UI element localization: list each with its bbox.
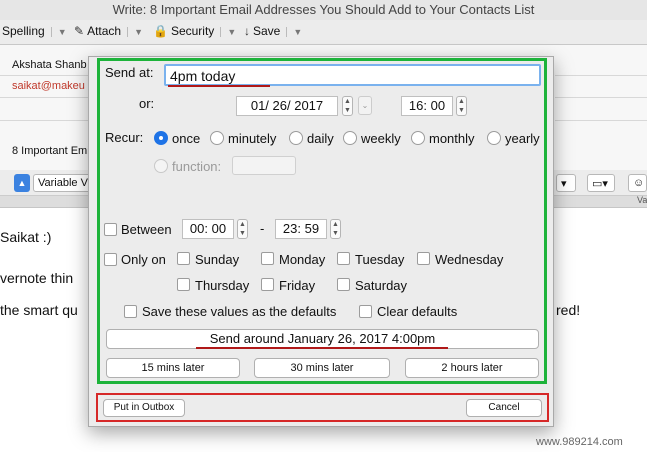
body-line: vernote thin [0, 270, 74, 286]
security-button[interactable]: 🔒 Security ▼ [153, 24, 236, 38]
format-toggle-button[interactable]: ▲ [14, 174, 30, 192]
font-select[interactable]: Variable V [33, 174, 93, 192]
body-line: Saikat :) [0, 229, 52, 245]
paperclip-icon: ✎ [74, 24, 85, 38]
chevron-down-icon[interactable]: ▼ [220, 27, 236, 37]
compose-toolbar: Spelling ▼ ✎ Attach ▼ 🔒 Security ▼ ↓ Save ▼ [0, 20, 647, 45]
lock-icon: 🔒 [153, 24, 168, 38]
red-highlight-box [96, 393, 549, 422]
divider [0, 97, 90, 98]
divider [555, 75, 647, 76]
attach-button[interactable]: ✎ Attach ▼ [74, 24, 143, 38]
to-field[interactable]: saikat@makeu [12, 80, 85, 92]
divider [555, 120, 647, 121]
document-icon[interactable]: ▭▾ [587, 174, 615, 192]
subject-field[interactable]: 8 Important Emi [12, 145, 90, 157]
watermark: www.989214.com [536, 436, 623, 448]
window-title: Write: 8 Important Email Addresses You S… [112, 2, 535, 17]
spelling-button[interactable]: Spelling ▼ [2, 24, 67, 38]
window-titlebar: Write: 8 Important Email Addresses You S… [0, 0, 647, 20]
save-label: Save [253, 24, 281, 38]
chevron-down-icon[interactable]: ▼ [286, 27, 302, 37]
spelling-label: Spelling [2, 24, 45, 38]
body-line: red! [556, 302, 581, 318]
attach-label: Attach [87, 24, 122, 38]
emoji-icon[interactable]: ☺ [628, 174, 647, 192]
divider [0, 75, 90, 76]
chevron-down-icon[interactable]: ▼ [50, 27, 67, 37]
divider [0, 120, 90, 121]
download-arrow-icon: ↓ [244, 24, 250, 38]
divider [555, 97, 647, 98]
from-field[interactable]: Akshata Shanb [12, 59, 87, 71]
chevron-down-icon[interactable]: ▾ [556, 174, 576, 192]
column-label: Va [637, 195, 647, 205]
security-label: Security [170, 24, 215, 38]
green-highlight-box [97, 58, 547, 384]
body-line: the smart qu [0, 302, 78, 318]
save-button[interactable]: ↓ Save ▼ [244, 24, 302, 38]
chevron-down-icon[interactable]: ▼ [127, 27, 143, 37]
